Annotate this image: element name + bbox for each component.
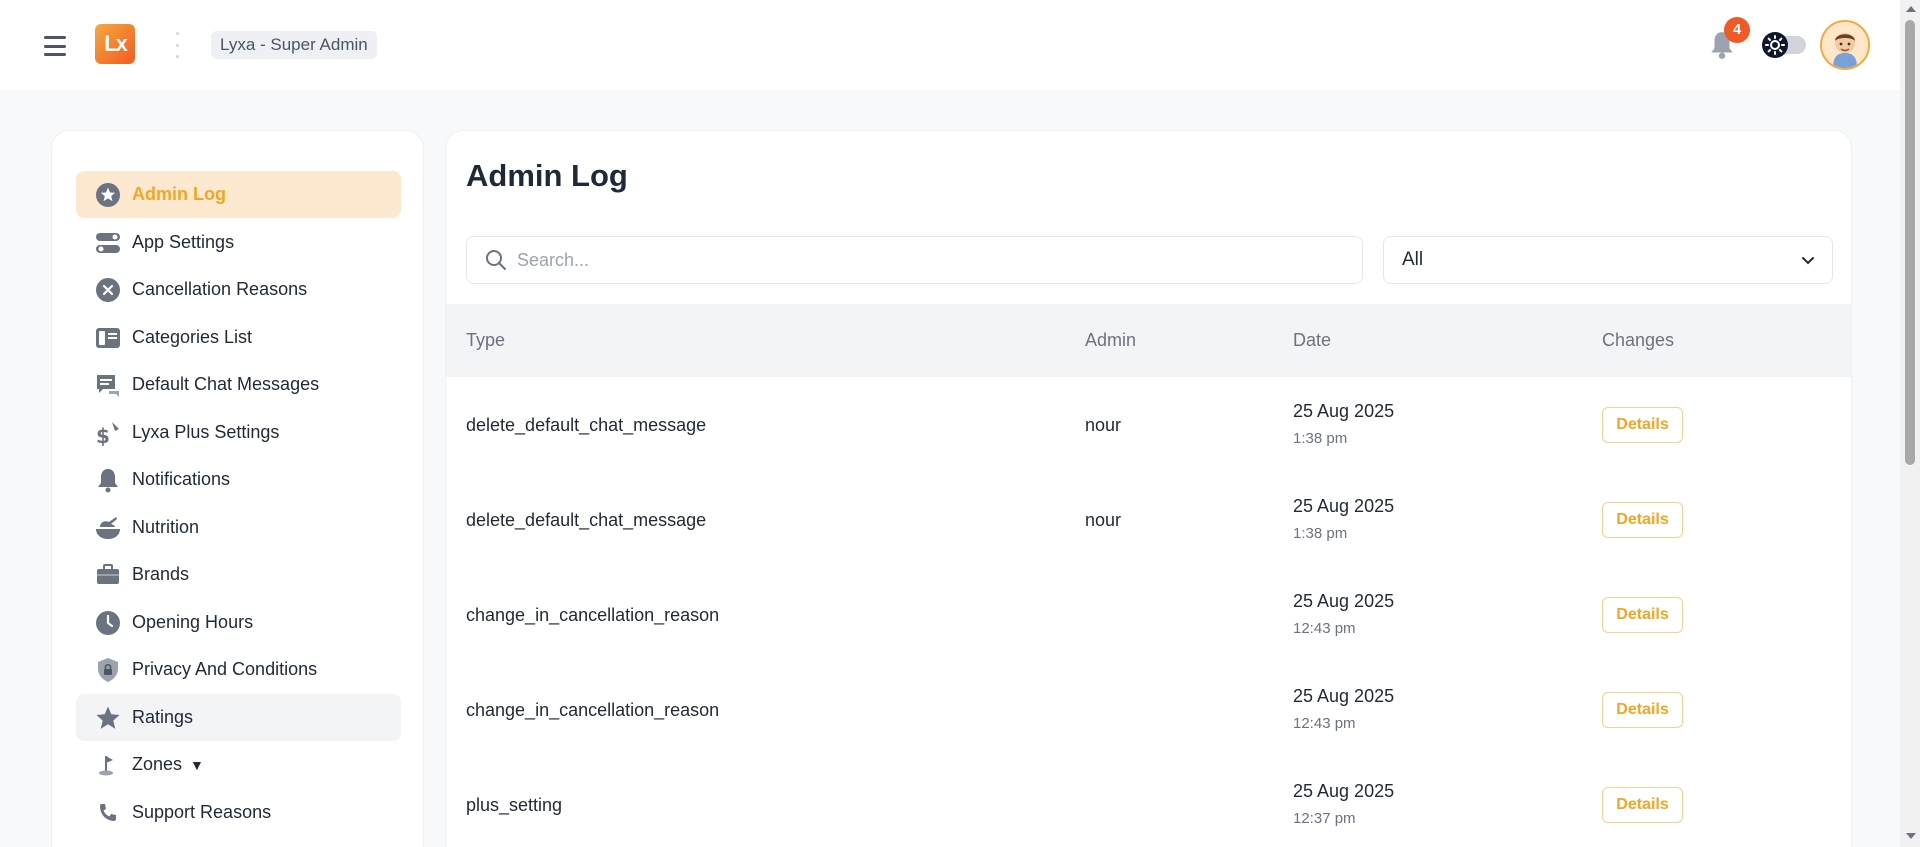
toggles-icon xyxy=(94,229,122,257)
sidebar-item-label: Opening Hours xyxy=(132,612,254,632)
table-row: delete_default_chat_message nour 25 Aug … xyxy=(446,377,1851,472)
bell-icon xyxy=(94,466,122,494)
sidebar-item-privacy-and-conditions[interactable]: Privacy And Conditions xyxy=(76,646,401,693)
details-button[interactable]: Details xyxy=(1602,692,1683,728)
svg-text:$: $ xyxy=(96,424,110,446)
scroll-up-arrow-icon[interactable] xyxy=(1906,6,1916,12)
sidebar-item-categories-list[interactable]: Categories List xyxy=(76,314,401,361)
search-box[interactable] xyxy=(466,236,1363,284)
sun-icon xyxy=(1762,32,1788,58)
sidebar-item-admin-log[interactable]: Admin Log xyxy=(76,171,401,218)
chevron-down-icon: ▼ xyxy=(190,756,204,773)
table-row: plus_setting 25 Aug 2025 12:37 pm Detail… xyxy=(446,757,1851,847)
dollar-icon: $ xyxy=(94,419,122,447)
details-button[interactable]: Details xyxy=(1602,502,1683,538)
star-circle-icon xyxy=(94,181,122,209)
sidebar-item-nutrition[interactable]: Nutrition xyxy=(76,504,401,551)
sidebar-item-brands[interactable]: Brands xyxy=(76,551,401,598)
chat-icon xyxy=(94,371,122,399)
sidebar-item-label: Brands xyxy=(132,564,190,584)
table-header: Type Admin Date Changes xyxy=(446,304,1851,377)
sidebar-item-label: Support Reasons xyxy=(132,802,272,822)
sidebar-item-lyxa-plus-settings[interactable]: $ Lyxa Plus Settings xyxy=(76,409,401,456)
log-admin: nour xyxy=(1085,510,1122,530)
sidebar-item-notifications[interactable]: Notifications xyxy=(76,456,401,503)
top-bar: Lx Lyxa - Super Admin 4 xyxy=(0,0,1900,90)
log-type: delete_default_chat_message xyxy=(466,510,707,530)
column-header-type[interactable]: Type xyxy=(466,304,505,377)
admin-log-panel: Admin Log All Type Admin Date Changes de… xyxy=(445,130,1852,847)
page-title: Admin Log xyxy=(466,158,628,193)
sidebar-item-label: Lyxa Plus Settings xyxy=(132,422,280,442)
log-type: change_in_cancellation_reason xyxy=(466,700,720,720)
log-time: 12:43 pm xyxy=(1293,620,1356,637)
log-type: change_in_cancellation_reason xyxy=(466,605,720,625)
details-button[interactable]: Details xyxy=(1602,787,1683,823)
chevron-down-icon xyxy=(1802,257,1814,265)
sidebar-item-label: Zones xyxy=(132,754,183,774)
phone-icon xyxy=(94,799,122,827)
table-row: change_in_cancellation_reason 25 Aug 202… xyxy=(446,567,1851,662)
log-time: 12:37 pm xyxy=(1293,810,1356,827)
sidebar-item-label: Privacy And Conditions xyxy=(132,659,318,679)
sidebar-item-label: Notifications xyxy=(132,469,231,489)
sidebar-item-zones[interactable]: Zones ▼ xyxy=(76,741,401,788)
more-vertical-icon[interactable] xyxy=(175,32,179,58)
sidebar-item-ratings[interactable]: Ratings xyxy=(76,694,401,741)
sidebar-item-app-settings[interactable]: App Settings xyxy=(76,219,401,266)
log-date: 25 Aug 2025 xyxy=(1293,401,1395,421)
settings-sidebar: Admin Log App Settings Cancellation Reas… xyxy=(51,130,424,847)
log-time: 1:38 pm xyxy=(1293,525,1348,542)
sidebar-item-support-reasons[interactable]: Support Reasons xyxy=(76,789,401,836)
x-circle-icon xyxy=(94,276,122,304)
sidebar-item-cancellation-reasons[interactable]: Cancellation Reasons xyxy=(76,266,401,313)
log-type: delete_default_chat_message xyxy=(466,415,707,435)
sidebar-item-label: Ratings xyxy=(132,707,194,727)
scroll-thumb[interactable] xyxy=(1905,20,1915,465)
shield-lock-icon xyxy=(94,656,122,684)
log-type: plus_setting xyxy=(466,795,563,815)
sidebar-item-label: Cancellation Reasons xyxy=(132,279,308,299)
column-header-date[interactable]: Date xyxy=(1293,304,1331,377)
sidebar-item-label: Categories List xyxy=(132,327,253,347)
type-filter-select[interactable]: All xyxy=(1383,236,1833,284)
sidebar-item-label: App Settings xyxy=(132,232,235,252)
search-icon xyxy=(486,250,506,270)
log-date: 25 Aug 2025 xyxy=(1293,591,1395,611)
table-row: change_in_cancellation_reason 25 Aug 202… xyxy=(446,662,1851,757)
log-admin: nour xyxy=(1085,415,1122,435)
flag-icon xyxy=(94,751,122,779)
sidebar-item-label: Nutrition xyxy=(132,517,200,537)
log-time: 1:38 pm xyxy=(1293,430,1348,447)
search-input[interactable] xyxy=(517,249,1337,271)
clock-icon xyxy=(94,609,122,637)
scroll-down-arrow-icon[interactable] xyxy=(1906,833,1916,839)
column-header-changes[interactable]: Changes xyxy=(1602,304,1674,377)
notification-count-badge: 4 xyxy=(1724,17,1750,43)
log-date: 25 Aug 2025 xyxy=(1293,686,1395,706)
star-icon xyxy=(94,704,122,732)
nutrition-icon xyxy=(94,514,122,542)
tenant-badge: Lyxa - Super Admin xyxy=(211,31,377,59)
sidebar-item-opening-hours[interactable]: Opening Hours xyxy=(76,599,401,646)
log-date: 25 Aug 2025 xyxy=(1293,496,1395,516)
menu-icon[interactable] xyxy=(44,36,66,56)
table-row: delete_default_chat_message nour 25 Aug … xyxy=(446,472,1851,567)
log-time: 12:43 pm xyxy=(1293,715,1356,732)
app-logo[interactable]: Lx xyxy=(95,24,135,64)
briefcase-icon xyxy=(94,561,122,589)
theme-toggle[interactable] xyxy=(1762,32,1807,58)
user-avatar[interactable] xyxy=(1820,20,1870,70)
filter-selected-value: All xyxy=(1402,249,1424,270)
details-button[interactable]: Details xyxy=(1602,407,1683,443)
categories-icon xyxy=(94,324,122,352)
column-header-admin[interactable]: Admin xyxy=(1085,304,1136,377)
page-scrollbar[interactable] xyxy=(1900,0,1920,847)
sidebar-item-default-chat-messages[interactable]: Default Chat Messages xyxy=(76,361,401,408)
sidebar-item-label: Default Chat Messages xyxy=(132,374,320,394)
sidebar-item-label: Admin Log xyxy=(132,184,226,204)
details-button[interactable]: Details xyxy=(1602,597,1683,633)
log-date: 25 Aug 2025 xyxy=(1293,781,1395,801)
